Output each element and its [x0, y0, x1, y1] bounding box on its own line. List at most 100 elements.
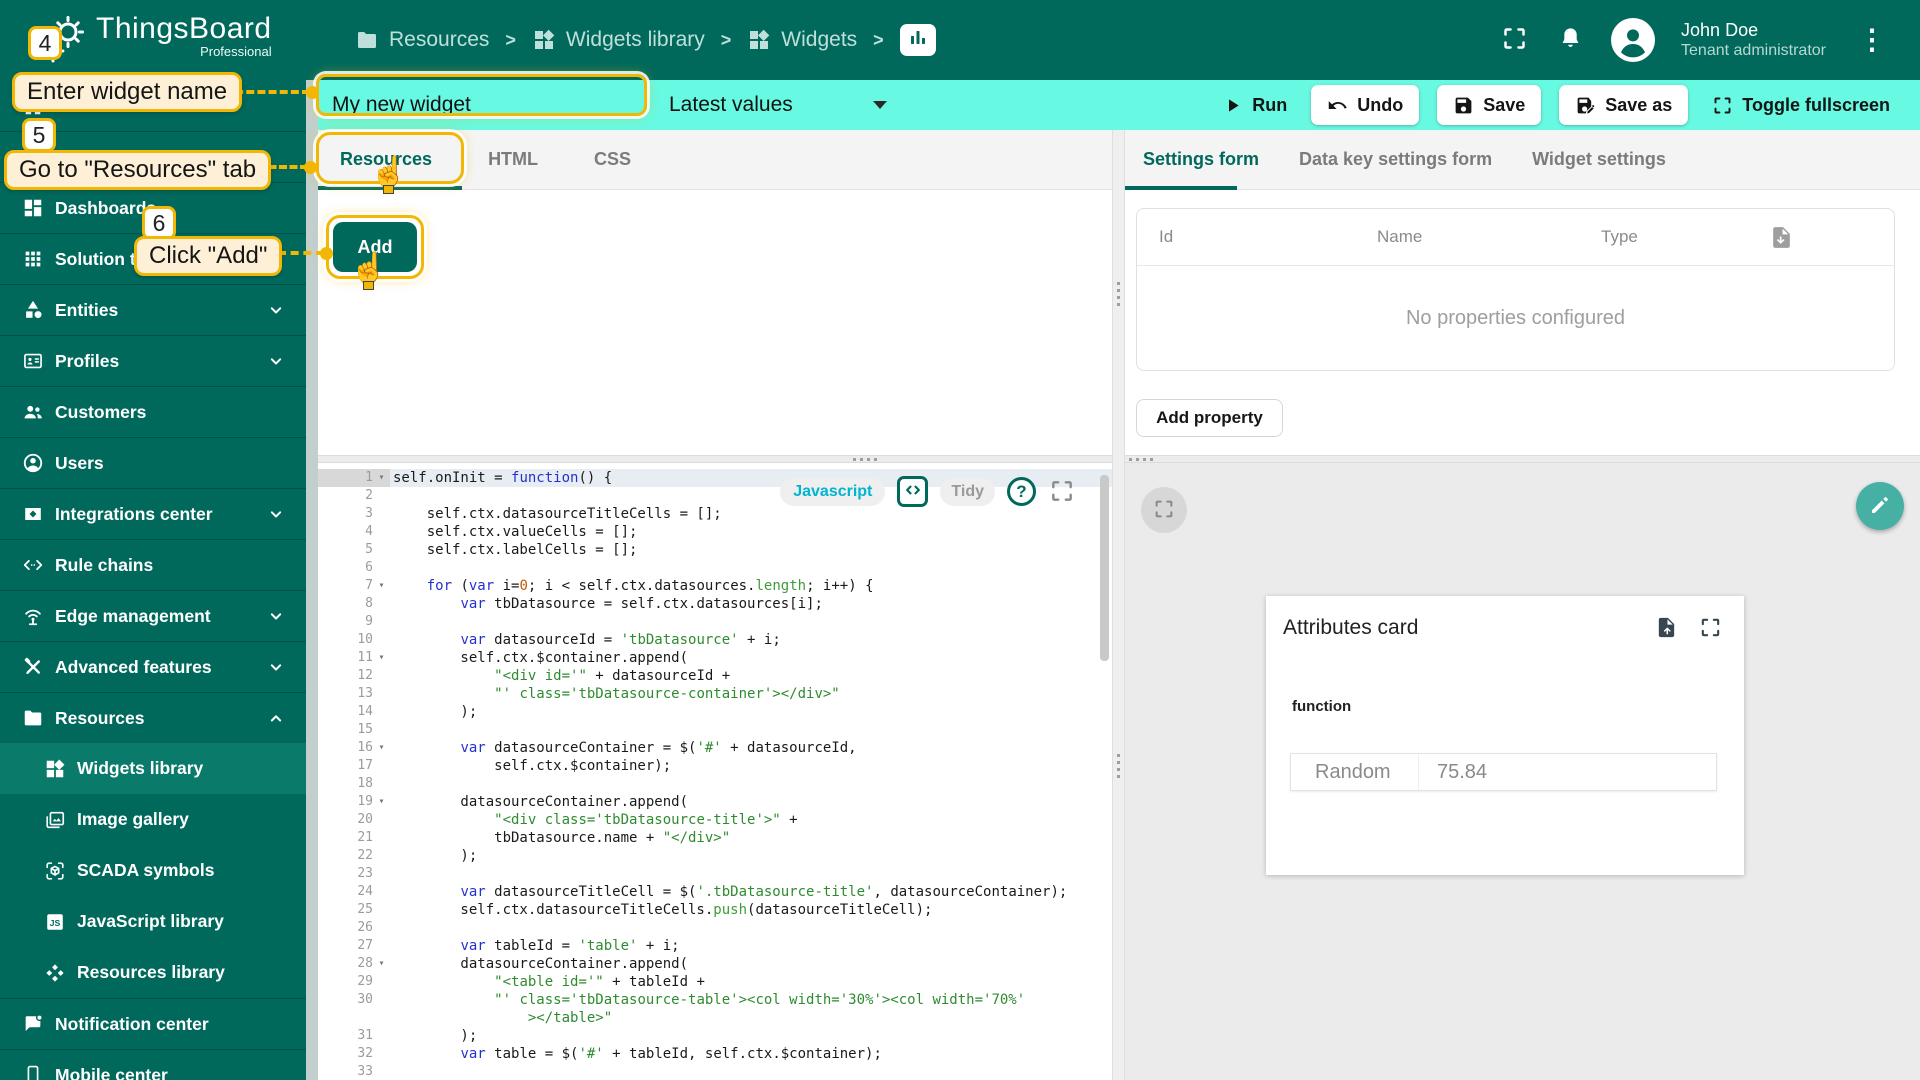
save-label: Save	[1483, 95, 1525, 116]
tab-settings-form[interactable]: Settings form	[1143, 149, 1259, 170]
toggle-fullscreen-label: Toggle fullscreen	[1742, 95, 1890, 116]
code-line: 16▾ var datasourceContainer = $('#' + da…	[318, 739, 1112, 757]
widget-fullscreen-button[interactable]	[1698, 616, 1722, 640]
undo-button[interactable]: Undo	[1311, 85, 1419, 125]
fold-arrow-icon[interactable]: ▾	[373, 577, 390, 595]
sidebar-item-users[interactable]: Users	[0, 437, 306, 488]
breadcrumb-item-widgets-library[interactable]: Widgets library	[532, 28, 705, 52]
sidebar-item-scada-symbols[interactable]: SCADA symbols	[0, 845, 306, 896]
chevron-up-icon	[266, 708, 286, 728]
sidebar-item-javascript-library[interactable]: JSJavaScript library	[0, 896, 306, 947]
code-line: 22 );	[318, 847, 1112, 865]
editor-scrollbar-thumb[interactable]	[1100, 475, 1109, 661]
fold-arrow-icon[interactable]: ▾	[373, 739, 390, 757]
line-number: 3	[365, 505, 373, 523]
avatar[interactable]	[1611, 18, 1655, 62]
toggle-fullscreen-button[interactable]: Toggle fullscreen	[1706, 85, 1896, 125]
breadcrumb: Resources > Widgets library > Widgets >	[355, 0, 936, 80]
vertical-dots-icon: ⋮	[1858, 24, 1886, 55]
sidebar-item-label: Image gallery	[77, 809, 189, 830]
splitter-handle-icon	[853, 458, 877, 461]
tab-widget-settings[interactable]: Widget settings	[1532, 149, 1666, 170]
scada-icon	[44, 860, 66, 882]
code-editor[interactable]: 1▾self.onInit = function() {23 self.ctx.…	[318, 463, 1112, 1080]
code-line: 18	[318, 775, 1112, 793]
widget-name-input[interactable]	[318, 80, 645, 130]
line-number: 33	[357, 1063, 373, 1080]
breadcrumb-item-widgets[interactable]: Widgets	[747, 28, 857, 52]
column-header-name: Name	[1377, 227, 1601, 247]
app-title: ThingsBoard	[96, 12, 272, 46]
sidebar-item-mobile-center[interactable]: Mobile center	[0, 1049, 306, 1080]
hand-cursor-icon: ☝	[370, 158, 407, 188]
add-property-button[interactable]: Add property	[1136, 399, 1283, 437]
export-widget-button[interactable]	[1654, 616, 1678, 640]
notifications-button[interactable]	[1555, 25, 1585, 55]
sidebar-item-notification-center[interactable]: Notification center	[0, 998, 306, 1049]
more-menu-button[interactable]: ⋮	[1852, 25, 1892, 55]
preview-fullscreen-button[interactable]	[1141, 487, 1187, 533]
tidy-button[interactable]: Tidy	[940, 478, 995, 506]
fold-arrow-icon[interactable]: ▾	[373, 649, 390, 667]
help-button[interactable]: ?	[1007, 477, 1036, 506]
sidebar-item-image-gallery[interactable]: Image gallery	[0, 794, 306, 845]
column-header-id: Id	[1137, 227, 1377, 247]
save-as-button[interactable]: Save as	[1559, 85, 1688, 125]
chevron-down-icon	[266, 504, 286, 524]
widget-preview-panel: Attributes card function Random 75.84	[1125, 463, 1920, 1080]
breadcrumb-item-resources[interactable]: Resources	[355, 28, 489, 52]
horizontal-splitter[interactable]	[318, 455, 1112, 463]
horizontal-splitter[interactable]	[1125, 455, 1920, 463]
line-number: 32	[357, 1045, 373, 1063]
edit-widget-fab[interactable]	[1856, 482, 1904, 530]
sidebar-item-resources-library[interactable]: Resources library	[0, 947, 306, 998]
apps-icon	[22, 248, 44, 270]
widget-card-title: Attributes card	[1283, 616, 1418, 640]
line-number: 6	[365, 559, 373, 577]
sidebar-item-advanced-features[interactable]: Advanced features	[0, 641, 306, 692]
run-button[interactable]: Run	[1216, 85, 1293, 125]
sidebar-item-customers[interactable]: Customers	[0, 386, 306, 437]
fold-arrow-icon[interactable]: ▾	[373, 793, 390, 811]
import-property-button[interactable]	[1769, 225, 1794, 250]
callout-connector-dot	[304, 161, 317, 174]
fullscreen-icon	[1699, 627, 1722, 642]
sidebar-item-label: Dashboards	[55, 198, 156, 219]
sidebar-item-integrations-center[interactable]: Integrations center	[0, 488, 306, 539]
mobile-icon	[22, 1064, 44, 1080]
line-number: 13	[357, 685, 373, 703]
fold-arrow-icon[interactable]: ▾	[373, 469, 390, 487]
app-logo[interactable]: ThingsBoard Professional	[40, 12, 272, 66]
chevron-down-icon	[266, 351, 286, 371]
callout-connector-dot	[306, 86, 319, 99]
line-number: 27	[357, 937, 373, 955]
fold-arrow-icon[interactable]: ▾	[373, 955, 390, 973]
sidebar-item-entities[interactable]: Entities	[0, 284, 306, 335]
widget-type-select[interactable]: Latest values	[655, 80, 905, 130]
sidebar-item-rule-chains[interactable]: Rule chains	[0, 539, 306, 590]
code-line: 9	[318, 613, 1112, 631]
code-line: 11▾ self.ctx.$container.append(	[318, 649, 1112, 667]
line-number: 15	[357, 721, 373, 739]
question-mark-icon: ?	[1016, 482, 1026, 502]
sidebar-item-edge-management[interactable]: Edge management	[0, 590, 306, 641]
tab-css[interactable]: CSS	[594, 149, 631, 170]
sidebar-item-widgets-library[interactable]: Widgets library	[0, 743, 306, 794]
step-badge-6: 6	[142, 206, 176, 240]
sidebar-scrollbar[interactable]	[306, 80, 318, 1080]
vertical-splitter[interactable]	[1112, 130, 1125, 1080]
dropdown-caret-icon	[873, 101, 887, 109]
editor-fullscreen-button[interactable]	[1048, 478, 1076, 506]
header-fullscreen-button[interactable]	[1499, 25, 1529, 55]
save-button[interactable]: Save	[1437, 85, 1541, 125]
fullscreen-icon	[1712, 95, 1733, 116]
line-number: 5	[365, 541, 373, 559]
widgets-icon	[44, 758, 66, 780]
sidebar-item-resources[interactable]: Resources	[0, 692, 306, 743]
open-code-editor-button[interactable]	[897, 476, 928, 507]
code-line: 30 "' class='tbDatasource-table'><col wi…	[318, 991, 1112, 1009]
tab-data-key-settings-form[interactable]: Data key settings form	[1299, 149, 1492, 170]
rule-chains-icon	[22, 554, 44, 576]
tab-html[interactable]: HTML	[488, 149, 538, 170]
sidebar-item-profiles[interactable]: Profiles	[0, 335, 306, 386]
